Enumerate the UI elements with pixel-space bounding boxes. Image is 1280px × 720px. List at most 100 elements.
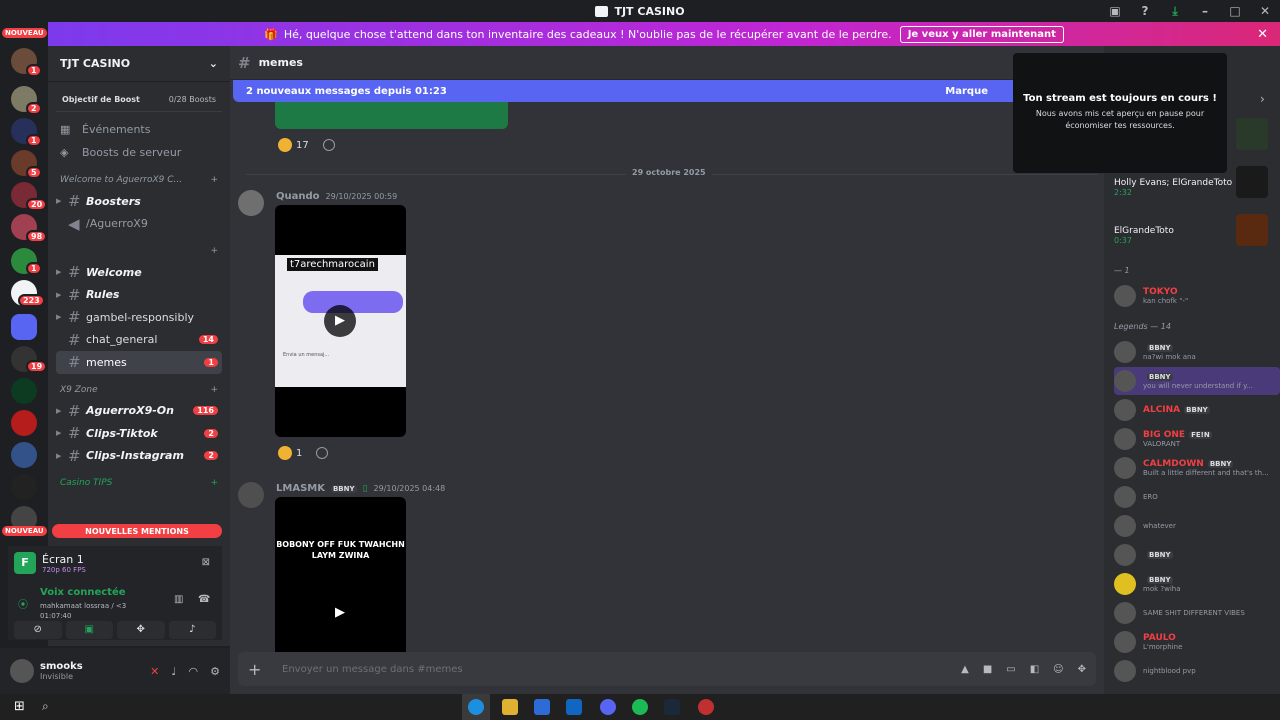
new-mentions-pill[interactable]: NOUVELLES MENTIONS <box>52 524 222 538</box>
category-casino-tips[interactable]: Casino TIPS + <box>48 473 230 493</box>
add-reaction-icon[interactable] <box>316 447 329 459</box>
banner-close-icon[interactable]: ✕ <box>1257 27 1268 42</box>
channel-clips-instagram[interactable]: ▶ # Clips-Instagram 2 <box>56 445 222 468</box>
banner-action-button[interactable]: Je veux y aller maintenant <box>899 25 1064 43</box>
new-messages-bar[interactable]: 2 nouveaux messages depuis 01:23 Marque <box>233 80 1101 102</box>
disconnect-icon[interactable]: ☎ <box>198 594 210 605</box>
file-explorer-icon[interactable] <box>502 699 518 715</box>
avatar[interactable] <box>238 190 264 216</box>
member-item[interactable]: BBNY na?wi mok ana <box>1114 338 1280 366</box>
lock-icon[interactable]: ▲ <box>961 664 969 675</box>
camera-muted-icon[interactable]: ✕ <box>150 665 159 678</box>
category-welcome[interactable]: Welcome to AguerroX9 C... + <box>48 170 230 190</box>
stop-stream-icon[interactable]: ⊠ <box>202 557 210 568</box>
microphone-icon[interactable]: ♩ <box>171 665 176 678</box>
mark-read-button[interactable]: Marque <box>945 86 988 97</box>
category-x9-zone[interactable]: X9 Zone + <box>48 380 230 400</box>
activities-button[interactable]: ✥ <box>117 621 165 639</box>
activity-item[interactable]: Holly Evans; ElGrandeToto 2:32 <box>1114 178 1232 197</box>
help-icon[interactable]: ? <box>1130 4 1160 18</box>
channel-chat-general[interactable]: # chat_general 14 <box>56 329 222 352</box>
play-icon[interactable]: ▶ <box>324 597 356 629</box>
boost-goal[interactable]: Objectif de Boost 0/28 Boosts <box>56 88 222 112</box>
chevron-right-icon[interactable]: › <box>1260 92 1265 106</box>
laugh-emoji-icon[interactable] <box>278 138 292 152</box>
add-channel-icon[interactable]: + <box>210 246 218 256</box>
laugh-emoji-icon[interactable] <box>278 446 292 460</box>
user-info[interactable]: smooks Invisible <box>40 661 83 681</box>
avatar[interactable] <box>10 659 34 683</box>
soundboard-button[interactable]: ♪ <box>168 621 216 639</box>
add-reaction-icon[interactable] <box>322 139 335 151</box>
channel-gambel-responsibly[interactable]: ▶ # gambel-responsibly <box>56 306 222 329</box>
add-channel-icon[interactable]: + <box>210 175 218 185</box>
outlook-icon[interactable] <box>566 699 582 715</box>
noise-suppression-icon[interactable]: ▥ <box>174 594 183 605</box>
previous-image[interactable] <box>275 102 508 129</box>
gif-icon[interactable]: ▭ <box>1006 664 1015 675</box>
play-icon[interactable]: ▶ <box>324 305 356 337</box>
member-item[interactable]: ERO <box>1114 483 1280 511</box>
guild-header[interactable]: TJT CASINO ⌄ <box>48 46 230 82</box>
activity-item[interactable]: ElGrandeToto 0:37 <box>1114 226 1174 245</box>
settings-gear-icon[interactable]: ⚙ <box>210 665 220 678</box>
share-screen-button[interactable]: ▣ <box>65 621 113 639</box>
member-item[interactable]: BBNY mok ?wiha <box>1114 570 1280 598</box>
channel-boosters[interactable]: ▶ # Boosters <box>56 190 222 213</box>
member-item[interactable]: whatever <box>1114 512 1280 540</box>
windows-start-icon[interactable]: ⊞ <box>14 699 25 714</box>
member-item[interactable]: BBNY <box>1114 541 1280 569</box>
sticker-icon[interactable]: ◧ <box>1030 664 1039 675</box>
apps-icon[interactable]: ✥ <box>1078 664 1086 675</box>
message-composer[interactable]: + Envoyer un message dans #memes ▲ ■ ▭ ◧… <box>238 652 1096 686</box>
member-item[interactable]: SAME SHIT DIFFERENT VIBES <box>1114 599 1280 627</box>
screen-share-row[interactable]: F Écran 1 720p 60 FPS <box>14 552 86 574</box>
channel-aguerrox9-on[interactable]: ▶ # AguerroX9-On 116 <box>56 400 222 423</box>
store-icon[interactable] <box>534 699 550 715</box>
author-name[interactable]: LMASMK <box>276 483 325 494</box>
member-item[interactable]: BBNY you will never understand if y... <box>1114 367 1280 395</box>
channel-rules[interactable]: ▶ # Rules <box>56 284 222 307</box>
edge-icon[interactable] <box>468 699 484 715</box>
channel-clips-tiktok[interactable]: ▶ # Clips-Tiktok 2 <box>56 422 222 445</box>
channel-aguerrox9[interactable]: ◀ /AguerroX9 <box>56 213 222 236</box>
member-item[interactable]: ALCINA BBNY <box>1114 396 1280 424</box>
events-link[interactable]: ▦ Événements <box>48 118 230 141</box>
download-icon[interactable]: ⤓ <box>1160 4 1190 19</box>
channel-memes[interactable]: # memes 1 <box>56 351 222 374</box>
server-icon[interactable] <box>11 378 37 404</box>
add-attachment-icon[interactable]: + <box>248 660 266 679</box>
channel-welcome[interactable]: ▶ # Welcome <box>56 261 222 284</box>
add-channel-icon[interactable]: + <box>210 478 218 488</box>
add-channel-icon[interactable]: + <box>210 385 218 395</box>
avatar[interactable] <box>238 482 264 508</box>
video-attachment[interactable]: t7arechmarocain Envia un mensaj... ▶ <box>275 205 406 437</box>
search-icon[interactable]: ⌕ <box>42 699 49 714</box>
server-boosts-link[interactable]: ◈ Boosts de serveur <box>48 141 230 164</box>
emoji-icon[interactable]: ☺ <box>1053 664 1063 675</box>
steam-icon[interactable] <box>664 699 680 715</box>
minimize-button[interactable]: – <box>1190 4 1220 18</box>
author-name[interactable]: Quando <box>276 191 320 202</box>
headphones-icon[interactable]: ◠ <box>189 665 199 678</box>
camera-off-button[interactable]: ⊘ <box>14 621 62 639</box>
member-item[interactable]: BIG ONE FE!N VALORANT <box>1114 425 1280 453</box>
member-item[interactable]: CALMDOWN BBNY Built a little different and… <box>1114 454 1280 482</box>
riot-icon[interactable] <box>698 699 714 715</box>
member-item[interactable]: PAULO L'morphine <box>1114 628 1280 656</box>
close-window-button[interactable]: ✕ <box>1250 4 1280 18</box>
maximize-button[interactable]: □ <box>1220 4 1250 18</box>
video-attachment[interactable]: BOBONY OFF FUK TWAHCHN LAYM ZWINA ▶ <box>275 497 406 657</box>
inbox-icon[interactable]: ▣ <box>1100 4 1130 18</box>
spotify-icon[interactable] <box>632 699 648 715</box>
discord-icon[interactable] <box>600 699 616 715</box>
folder-icon[interactable] <box>11 314 37 340</box>
member-item[interactable]: nightblood pvp <box>1114 657 1280 685</box>
server-icon[interactable] <box>11 442 37 468</box>
server-icon[interactable] <box>11 410 37 436</box>
server-icon[interactable] <box>11 474 37 500</box>
category-main[interactable]: + <box>48 241 230 261</box>
member-item[interactable]: TOKYO kan chofk "-" <box>1114 282 1280 310</box>
voice-status[interactable]: Voix connectée <box>40 587 126 598</box>
gift-icon[interactable]: ■ <box>983 664 992 675</box>
